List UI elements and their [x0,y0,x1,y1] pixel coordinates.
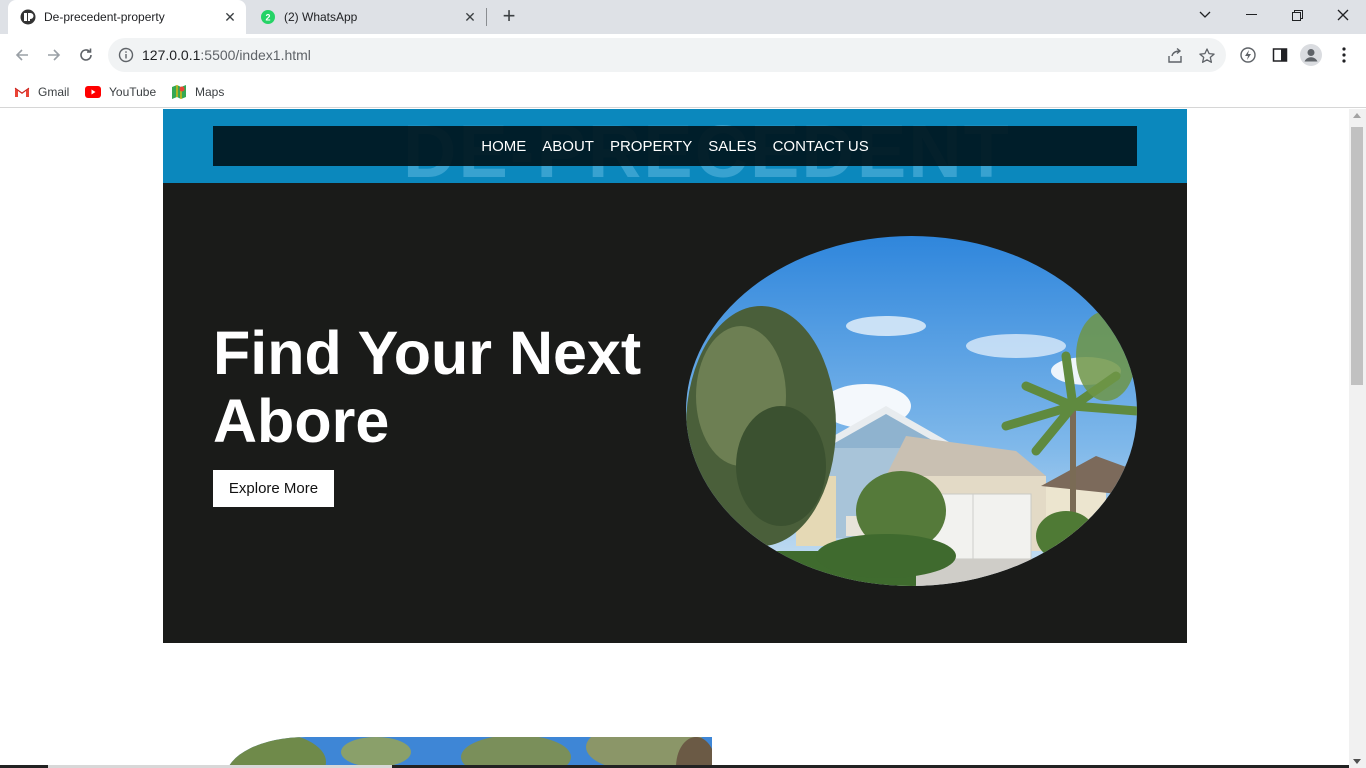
main-nav: HOME ABOUT PROPERTY SALES CONTACT US [213,126,1137,166]
share-icon[interactable] [1166,47,1184,65]
url-text: 127.0.0.1:5500/index1.html [142,47,311,63]
tab-title: (2) WhatsApp [284,10,358,24]
side-panel-icon[interactable] [1269,44,1291,66]
bookmark-gmail[interactable]: Gmail [14,82,69,102]
hero-section: Find Your Next Abore Explore More [163,183,1187,643]
tab-whatsapp[interactable]: 2 (2) WhatsApp ✕ [250,0,486,34]
close-tab-icon[interactable]: ✕ [220,7,240,27]
tab-separator [486,8,487,26]
whatsapp-badge: 2 [265,13,270,23]
menu-kebab-icon[interactable] [1333,44,1355,66]
explore-more-button[interactable]: Explore More [213,470,334,507]
scroll-up-arrow-icon[interactable] [1353,113,1361,118]
page-viewport: DE-PRECEDENT HOME ABOUT PROPERTY SALES C… [0,109,1349,768]
tab-strip: De-precedent-property ✕ 2 (2) WhatsApp ✕… [0,0,1366,34]
new-tab-icon[interactable]: + [498,5,520,28]
nav-contact-us[interactable]: CONTACT US [773,138,869,155]
bookmark-maps[interactable]: Maps [171,82,224,102]
bookmark-star-icon[interactable] [1198,47,1216,65]
restore-icon[interactable] [1274,0,1320,30]
minimize-icon[interactable] [1228,0,1274,30]
forward-icon[interactable] [42,43,66,67]
maps-icon [171,84,187,100]
gmail-icon [14,84,30,100]
tab-search-chevron-icon[interactable] [1182,0,1228,30]
profile-avatar-icon[interactable] [1300,44,1322,66]
bookmark-youtube[interactable]: YouTube [85,82,156,102]
hero-title: Find Your Next Abore [213,319,642,455]
bookmark-label: Gmail [38,85,70,99]
site-info-icon[interactable] [118,47,134,63]
nav-home[interactable]: HOME [481,138,526,155]
bookmarks-bar: Gmail YouTube Maps [0,76,1366,108]
close-tab-icon[interactable]: ✕ [460,7,480,27]
page-scrollbar[interactable] [1349,109,1366,768]
second-property-photo [226,737,712,768]
scroll-thumb[interactable] [1351,127,1363,385]
bookmark-label: YouTube [109,85,157,99]
nav-about[interactable]: ABOUT [542,138,594,155]
back-icon[interactable] [10,43,34,67]
nav-sales[interactable]: SALES [708,138,756,155]
url-host: 127.0.0.1 [142,47,201,63]
site-header: DE-PRECEDENT HOME ABOUT PROPERTY SALES C… [163,109,1187,189]
extension-icon[interactable] [1237,44,1259,66]
address-bar[interactable]: 127.0.0.1:5500/index1.html [108,38,1226,72]
bookmark-label: Maps [195,85,225,99]
tab-de-precedent[interactable]: De-precedent-property ✕ [8,0,246,34]
url-path: :5500/index1.html [200,47,311,63]
whatsapp-icon: 2 [260,9,276,25]
house-photo [686,236,1137,586]
browser-toolbar: 127.0.0.1:5500/index1.html [0,34,1366,76]
youtube-icon [85,84,101,100]
reload-icon[interactable] [74,43,98,67]
tab-title: De-precedent-property [44,10,165,24]
nav-property[interactable]: PROPERTY [610,138,692,155]
close-window-icon[interactable] [1320,0,1366,30]
site-logo-icon [20,9,36,25]
scroll-down-arrow-icon[interactable] [1353,759,1361,764]
